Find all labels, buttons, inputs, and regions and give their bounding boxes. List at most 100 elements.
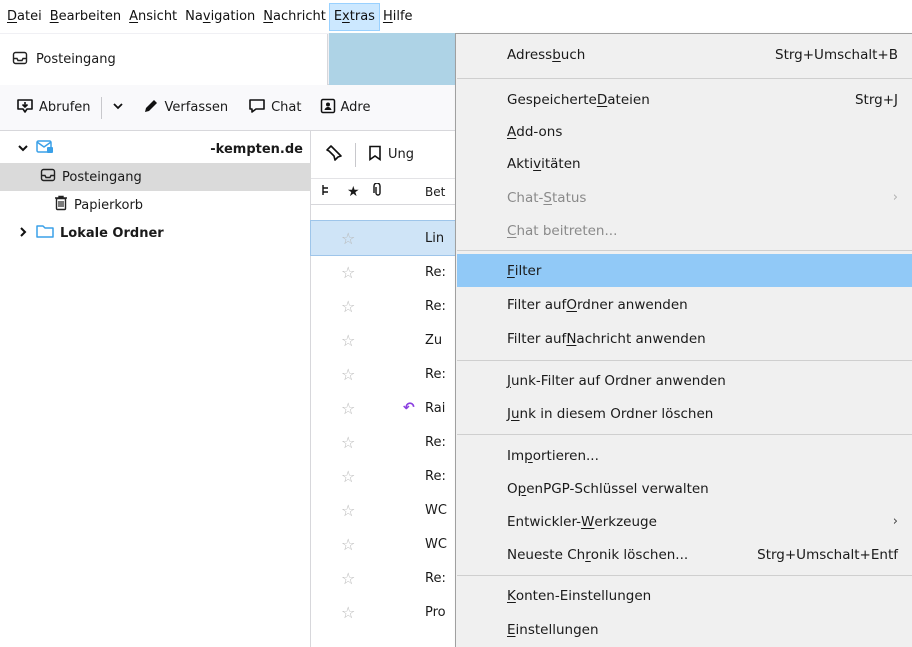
trash-icon [54,195,68,215]
chat-label: Chat [271,100,302,115]
menuitem-filter[interactable]: Filter [457,254,912,287]
menuitem-settings[interactable]: Einstellungen [457,613,912,646]
thread-subject: Re: [425,298,446,314]
chevron-down-icon [112,100,124,116]
menuitem-chat-status: Chat- Status › [507,189,898,206]
menuitem-openpgp[interactable]: Op enPGP-Schlüssel verwalten [457,472,912,505]
get-mail-dropdown[interactable] [106,91,130,125]
menu-navigation[interactable]: Navigation [181,4,259,30]
chevron-right-icon: › [892,514,898,529]
star-icon[interactable]: ☆ [341,365,355,384]
folder-label: Papierkorb [74,197,144,213]
sticky-pin-icon[interactable] [325,144,343,166]
mail-account-icon [36,139,54,159]
address-book-button[interactable]: Adre [314,91,377,125]
unread-filter-label: Ung [388,147,415,162]
menuitem-join-chat: Chat beitreten... [507,222,618,239]
menu-hilfe[interactable]: Hilfe [379,4,417,30]
star-icon[interactable]: ☆ [341,467,355,486]
menu-separator [457,575,912,576]
folder-local[interactable]: Lokale Ordner [0,219,311,247]
menuitem-filter-message[interactable]: Filter auf Nachricht anwenden [457,322,912,355]
thread-subject: Pro [425,604,446,620]
menuitem-activities[interactable]: Akti v itäten [457,147,912,180]
menuitem-clear-history[interactable]: Neueste Ch r onik löschen... Strg+Umschalt+… [457,538,912,571]
chevron-down-icon[interactable] [16,142,30,157]
menu-ansicht[interactable]: Ansicht [125,4,181,30]
chat-icon [248,97,266,119]
thread-subject: Lin [425,230,445,246]
thread-subject: Re: [425,434,446,450]
inbox-icon [12,50,28,70]
thread-column-icon[interactable] [321,184,331,199]
chat-button[interactable]: Chat [242,91,307,125]
star-icon[interactable]: ☆ [341,603,355,622]
menuitem-junk-delete[interactable]: Ju nk in diesem Ordner löschen [457,397,912,430]
compose-label: Verfassen [164,100,229,115]
download-icon [16,97,34,119]
star-icon[interactable]: ☆ [341,331,355,350]
bookmark-icon [368,145,382,165]
extras-menu: Adress b uch Strg+Umschalt+B Gespeicherte D… [455,33,912,647]
menuitem-filter-folder[interactable]: Filter auf Ordner anwenden [457,288,912,321]
folder-trash[interactable]: Papierkorb [0,191,311,219]
quickbar-separator [355,142,356,167]
menu-separator [457,434,912,435]
shortcut-label: Strg+J [854,91,898,108]
star-column-icon[interactable]: ★ [347,184,360,200]
thread-subject: Re: [425,468,446,484]
shortcut-label: Strg+Umschalt+Entf [757,546,898,563]
subject-column-header[interactable]: Bet [425,185,445,199]
tab-posteingang[interactable]: Posteingang [0,34,328,85]
pencil-icon [142,97,160,119]
menu-separator [457,360,912,361]
menu-datei[interactable]: Datei [3,4,46,30]
chevron-right-icon: › [892,190,898,205]
thread-subject: Re: [425,264,446,280]
folder-label: Posteingang [62,169,142,185]
menu-separator [457,78,912,79]
address-book-label: Adre [340,100,371,115]
menuitem-junk-folder[interactable]: Junk-Filter auf Ordner anwenden [457,364,912,397]
attachment-column-icon[interactable] [373,182,383,200]
menu-nachricht[interactable]: Nachricht [259,4,330,30]
thread-subject: WC [425,536,447,552]
reply-icon: ↶ [403,400,415,416]
star-icon[interactable]: ☆ [341,433,355,452]
compose-button[interactable]: Verfassen [136,91,235,125]
inbox-icon [40,167,56,187]
thread-subject: Rai [425,400,446,416]
thread-subject: Re: [425,366,446,382]
menuitem-saved-files[interactable]: Gespeicherte Dateien Strg+J [457,83,912,116]
menuitem-addressbook[interactable]: Adress b uch Strg+Umschalt+B [457,38,912,71]
get-mail-label: Abrufen [39,100,91,115]
tab-label: Posteingang [36,52,116,67]
get-mail-button[interactable]: Abrufen [10,91,97,125]
star-icon[interactable]: ☆ [341,535,355,554]
account-row[interactable]: -kempten.de [0,135,311,163]
shortcut-label: Strg+Umschalt+B [775,46,898,63]
star-icon[interactable]: ☆ [341,263,355,282]
menu-bar: Datei Bearbeiten Ansicht Navigation Nach… [0,0,912,33]
star-icon[interactable]: ☆ [341,569,355,588]
star-icon[interactable]: ☆ [341,501,355,520]
menu-extras[interactable]: Extras [328,2,380,31]
menuitem-addons[interactable]: Add-ons [457,115,912,148]
unread-filter-button[interactable]: Ung [368,145,414,165]
menuitem-devtools[interactable]: Entwickler- Werkzeuge › [457,505,912,538]
folder-inbox[interactable]: Posteingang [0,163,311,191]
address-book-icon [320,98,336,118]
folder-icon [36,223,54,243]
menuitem-import[interactable]: Im p ortieren... [457,439,912,472]
account-name: -kempten.de [210,141,303,157]
star-icon[interactable]: ☆ [341,229,355,248]
menuitem-account-settings[interactable]: Konten-Einstellungen [457,579,912,612]
toolbar-separator [100,96,102,119]
star-icon[interactable]: ☆ [341,297,355,316]
menu-separator [457,250,912,251]
menu-bearbeiten[interactable]: Bearbeiten [46,4,125,30]
star-icon[interactable]: ☆ [341,399,355,418]
thread-subject: Re: [425,570,446,586]
thread-subject: Zu [425,332,443,348]
chevron-right-icon[interactable] [16,226,30,241]
